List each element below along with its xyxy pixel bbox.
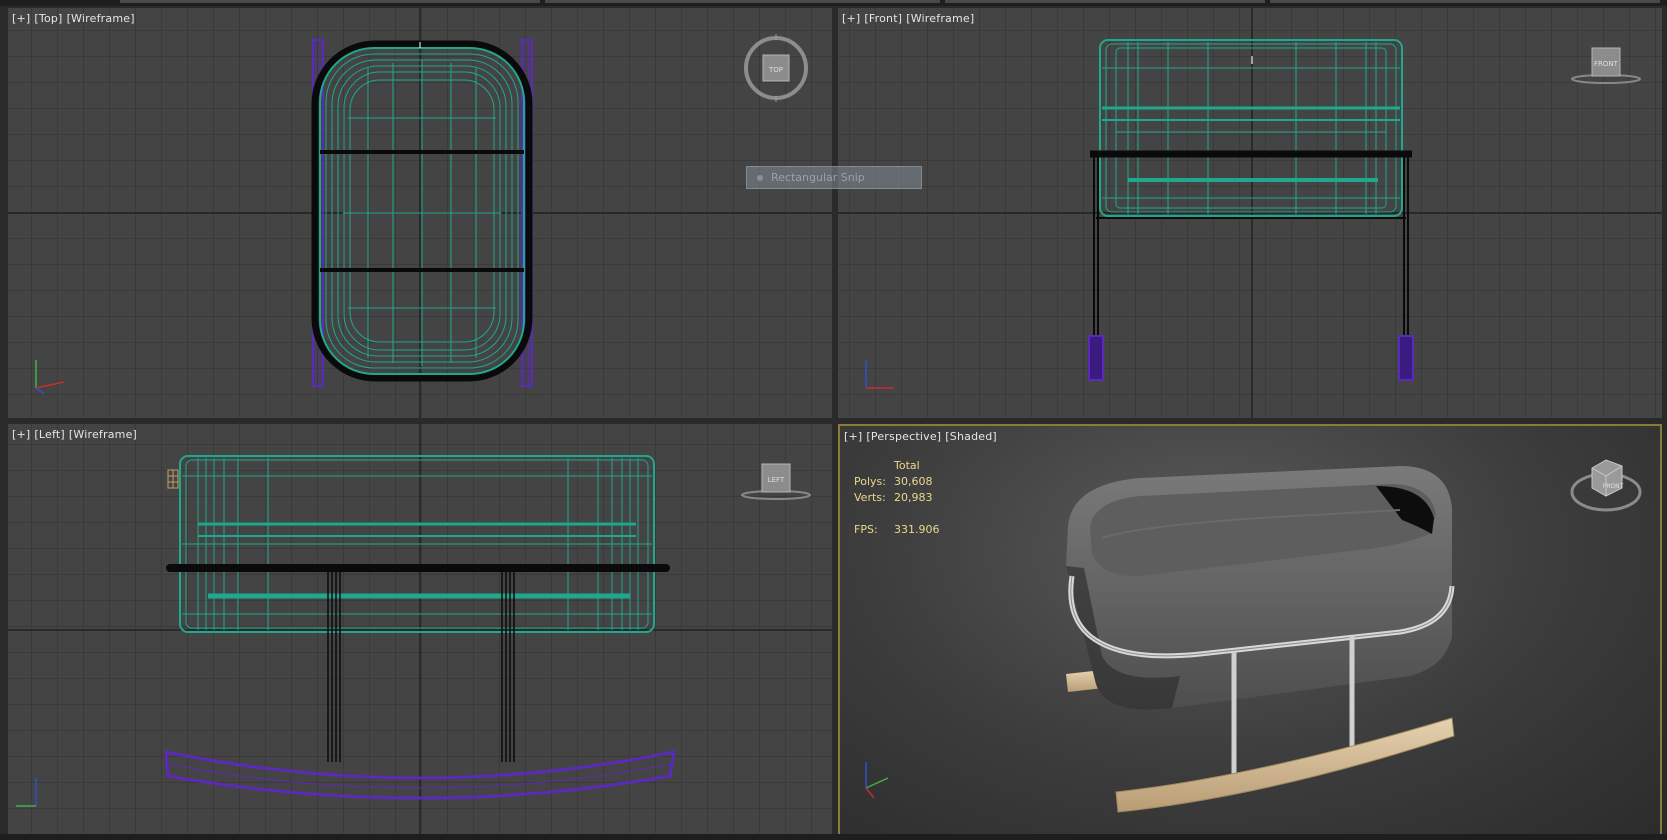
fps-value: 331.906 — [894, 523, 940, 536]
front-view-wireframe — [838, 8, 1662, 418]
top-view-wireframe — [8, 8, 832, 418]
polys-label: Polys: — [854, 475, 886, 488]
perspective-shaded-model — [1066, 466, 1455, 813]
snip-label: Rectangular Snip — [771, 171, 865, 184]
viewport-front[interactable]: [+] [Front] [Wireframe] FRONT — [838, 8, 1662, 418]
viewport-point-of-view[interactable]: [Left] — [34, 428, 64, 441]
viewport-shading-mode[interactable]: [Wireframe] — [67, 12, 135, 25]
viewport-menu-plus[interactable]: [+] — [844, 430, 862, 443]
viewport-shading-mode[interactable]: [Wireframe] — [69, 428, 137, 441]
top-toolbar-strip — [0, 0, 1667, 6]
viewport-point-of-view[interactable]: [Front] — [864, 12, 902, 25]
verts-label: Verts: — [854, 491, 886, 504]
verts-value: 20,983 — [894, 491, 933, 504]
statistics-overlay: Total Polys: 30,608 Verts: 20,983 FPS: 331.… — [854, 458, 940, 538]
viewport-point-of-view[interactable]: [Perspective] — [866, 430, 941, 443]
rectangular-snip-tooltip[interactable]: Rectangular Snip — [746, 166, 922, 189]
viewport-label-perspective[interactable]: [+] [Perspective] [Shaded] — [844, 430, 1001, 443]
viewport-label-left[interactable]: [+] [Left] [Wireframe] — [12, 428, 141, 441]
viewport-perspective[interactable]: [+] [Perspective] [Shaded] Total Polys: 30,… — [838, 424, 1662, 836]
viewport-point-of-view[interactable]: [Top] — [34, 12, 62, 25]
viewport-menu-plus[interactable]: [+] — [12, 428, 30, 441]
viewport-menu-plus[interactable]: [+] — [842, 12, 860, 25]
bottom-status-strip — [0, 834, 1667, 840]
polys-value: 30,608 — [894, 475, 933, 488]
viewport-label-front[interactable]: [+] [Front] [Wireframe] — [842, 12, 978, 25]
left-view-wireframe — [8, 424, 832, 834]
viewport-shading-mode[interactable]: [Shaded] — [945, 430, 997, 443]
viewport-label-top[interactable]: [+] [Top] [Wireframe] — [12, 12, 139, 25]
viewport-menu-plus[interactable]: [+] — [12, 12, 30, 25]
stats-header: Total — [894, 459, 920, 472]
snip-icon — [757, 174, 763, 181]
viewport-top[interactable]: [+] [Top] [Wireframe] TOP — [8, 8, 832, 418]
viewport-left[interactable]: [+] [Left] [Wireframe] LEFT — [8, 424, 832, 834]
fps-label: FPS: — [854, 523, 878, 536]
viewport-shading-mode[interactable]: [Wireframe] — [906, 12, 974, 25]
